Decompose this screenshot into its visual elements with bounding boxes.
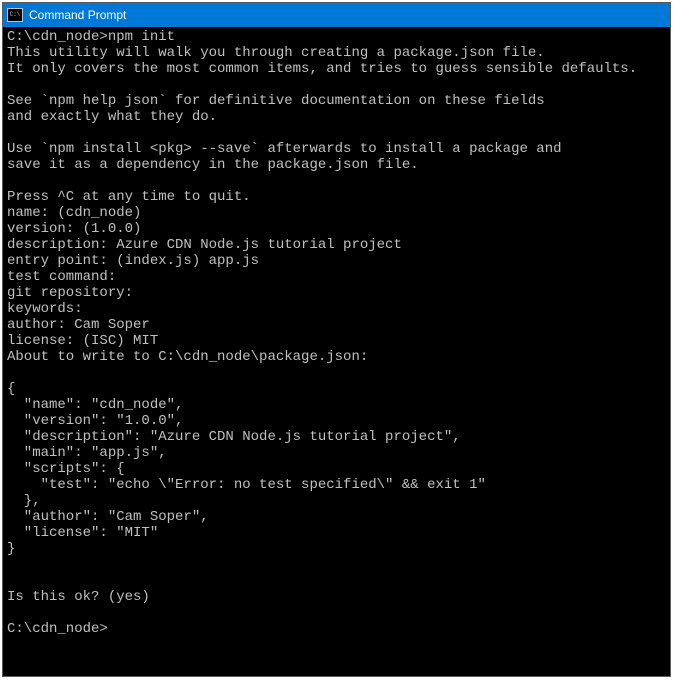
terminal-line: "scripts": { — [7, 461, 125, 477]
terminal-line: It only covers the most common items, an… — [7, 61, 637, 77]
titlebar[interactable]: Command Prompt — [3, 3, 670, 27]
terminal-line: version: (1.0.0) — [7, 221, 141, 237]
terminal-line: "version": "1.0.0", — [7, 413, 183, 429]
terminal-line: "author": "Cam Soper", — [7, 509, 209, 525]
terminal-line: This utility will walk you through creat… — [7, 45, 545, 61]
terminal-line: About to write to C:\cdn_node\package.js… — [7, 349, 368, 365]
command-prompt-window: Command Prompt C:\cdn_node>npm init This… — [2, 2, 671, 677]
terminal-line: entry point: (index.js) app.js — [7, 253, 259, 269]
terminal-line: { — [7, 381, 15, 397]
terminal-line: Is this ok? (yes) — [7, 589, 150, 605]
terminal-line: author: Cam Soper — [7, 317, 150, 333]
terminal-line: test command: — [7, 269, 116, 285]
terminal-line: keywords: — [7, 301, 83, 317]
terminal-output[interactable]: C:\cdn_node>npm init This utility will w… — [3, 27, 670, 676]
terminal-line: Use `npm install <pkg> --save` afterward… — [7, 141, 562, 157]
terminal-line: name: (cdn_node) — [7, 205, 141, 221]
terminal-line: license: (ISC) MIT — [7, 333, 158, 349]
terminal-line: See `npm help json` for definitive docum… — [7, 93, 545, 109]
terminal-line: "main": "app.js", — [7, 445, 167, 461]
window-title: Command Prompt — [29, 8, 126, 22]
terminal-line: } — [7, 541, 15, 557]
cmd-icon — [7, 8, 23, 22]
terminal-line: C:\cdn_node>npm init — [7, 29, 175, 45]
terminal-line: }, — [7, 493, 41, 509]
terminal-prompt: C:\cdn_node> — [7, 621, 108, 637]
terminal-line: "description": "Azure CDN Node.js tutori… — [7, 429, 461, 445]
terminal-line: description: Azure CDN Node.js tutorial … — [7, 237, 402, 253]
terminal-line: Press ^C at any time to quit. — [7, 189, 251, 205]
terminal-line: and exactly what they do. — [7, 109, 217, 125]
terminal-line: "name": "cdn_node", — [7, 397, 183, 413]
terminal-line: "license": "MIT" — [7, 525, 158, 541]
terminal-line: save it as a dependency in the package.j… — [7, 157, 419, 173]
terminal-line: git repository: — [7, 285, 133, 301]
terminal-line: "test": "echo \"Error: no test specified… — [7, 477, 486, 493]
